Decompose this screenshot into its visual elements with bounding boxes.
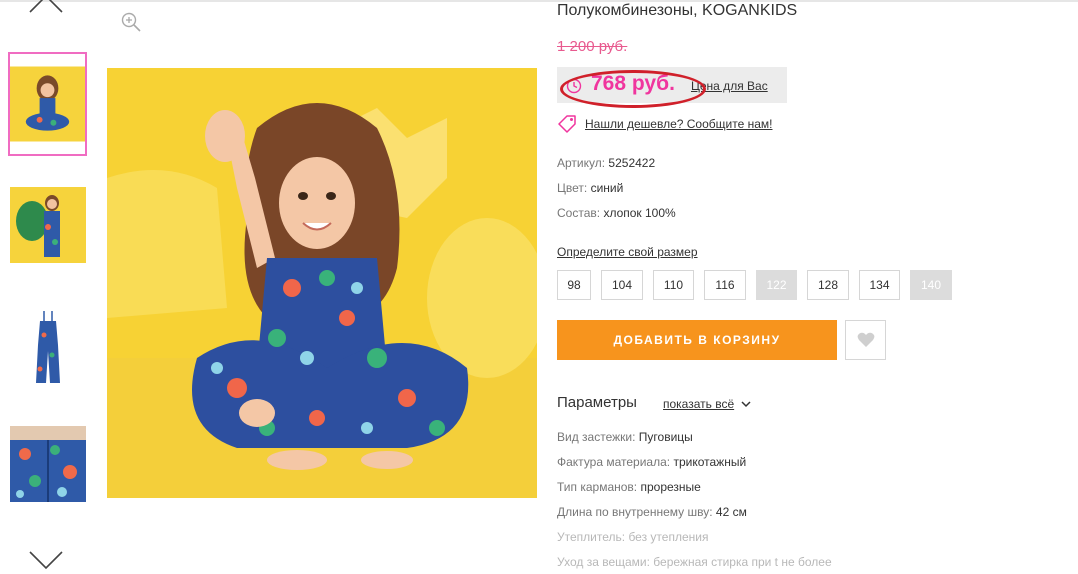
- found-cheaper-link[interactable]: Нашли дешевле? Сообщите нам!: [557, 114, 772, 134]
- attribute-key: Артикул:: [557, 156, 606, 170]
- found-cheaper-label: Нашли дешевле? Сообщите нам!: [585, 117, 773, 131]
- size-option-110[interactable]: 110: [653, 270, 694, 300]
- param-value: Пуговицы: [638, 430, 693, 444]
- param-key: Вид застежки:: [557, 430, 636, 444]
- size-option-122: 122: [756, 270, 797, 300]
- thumbnail-2[interactable]: [8, 173, 87, 277]
- param-row: Уход за вещами: бережная стирка при t не…: [557, 555, 832, 569]
- product-photo-image: [107, 68, 537, 498]
- attribute-value: синий: [590, 181, 624, 195]
- price-highlight-ring: [560, 70, 706, 108]
- param-value: 42 см: [715, 505, 747, 519]
- param-value: без утепления: [628, 530, 709, 544]
- thumbnail-image: [10, 66, 85, 142]
- attribute-key: Состав:: [557, 206, 601, 220]
- thumbnail-image: [9, 187, 86, 263]
- param-row: Вид застежки: Пуговицы: [557, 430, 693, 444]
- thumbnail-4[interactable]: [8, 412, 87, 516]
- thumbnail-1[interactable]: [8, 52, 87, 156]
- show-all-label: показать всё: [663, 397, 735, 411]
- attribute-key: Цвет:: [557, 181, 588, 195]
- thumbnail-image: [9, 426, 86, 502]
- old-price: 1 200 руб.: [557, 38, 628, 55]
- size-option-98[interactable]: 98: [557, 270, 591, 300]
- chevron-down-icon[interactable]: [28, 548, 64, 572]
- size-guide-link[interactable]: Определите свой размер: [557, 245, 698, 259]
- thumbnail-3[interactable]: [8, 293, 87, 397]
- chevron-down-icon: [741, 400, 751, 407]
- param-key: Длина по внутреннему шву:: [557, 505, 713, 519]
- attribute-composition: Состав: хлопок 100%: [557, 206, 676, 220]
- param-row: Фактура материала: трикотажный: [557, 455, 746, 469]
- param-key: Уход за вещами:: [557, 555, 650, 569]
- size-option-104[interactable]: 104: [601, 270, 643, 300]
- product-title: Полукомбинезоны, KOGANKIDS: [557, 2, 798, 19]
- add-to-cart-button[interactable]: ДОБАВИТЬ В КОРЗИНУ: [557, 320, 837, 360]
- param-value: бережная стирка при t не более: [653, 555, 832, 569]
- params-heading: Параметры: [557, 394, 637, 411]
- param-row: Длина по внутреннему шву: 42 см: [557, 505, 747, 519]
- thumbnail-gallery: [0, 0, 95, 574]
- size-option-134[interactable]: 134: [859, 270, 900, 300]
- show-all-params-link[interactable]: показать всё: [663, 397, 751, 411]
- zoom-icon[interactable]: [121, 12, 141, 32]
- attribute-value: хлопок 100%: [603, 206, 676, 220]
- param-key: Утеплитель:: [557, 530, 626, 544]
- attribute-value: 5252422: [608, 156, 656, 170]
- wishlist-button[interactable]: [845, 320, 886, 360]
- main-product-photo[interactable]: [107, 68, 537, 498]
- param-value: трикотажный: [673, 455, 747, 469]
- product-info-panel: Полукомбинезоны, KOGANKIDS 1 200 руб. 76…: [557, 0, 1078, 574]
- size-option-128[interactable]: 128: [807, 270, 849, 300]
- attribute-article: Артикул: 5252422: [557, 156, 655, 170]
- param-key: Фактура материала:: [557, 455, 671, 469]
- thumbnail-image: [9, 305, 86, 385]
- chevron-up-icon[interactable]: [28, 0, 64, 16]
- param-row: Тип карманов: прорезные: [557, 480, 701, 494]
- param-value: прорезные: [640, 480, 701, 494]
- param-row: Утеплитель: без утепления: [557, 530, 708, 544]
- attribute-color: Цвет: синий: [557, 181, 623, 195]
- price-tag-icon: [558, 115, 576, 133]
- size-option-116[interactable]: 116: [704, 270, 746, 300]
- size-option-140: 140: [910, 270, 952, 300]
- param-key: Тип карманов:: [557, 480, 638, 494]
- heart-icon: [857, 332, 874, 347]
